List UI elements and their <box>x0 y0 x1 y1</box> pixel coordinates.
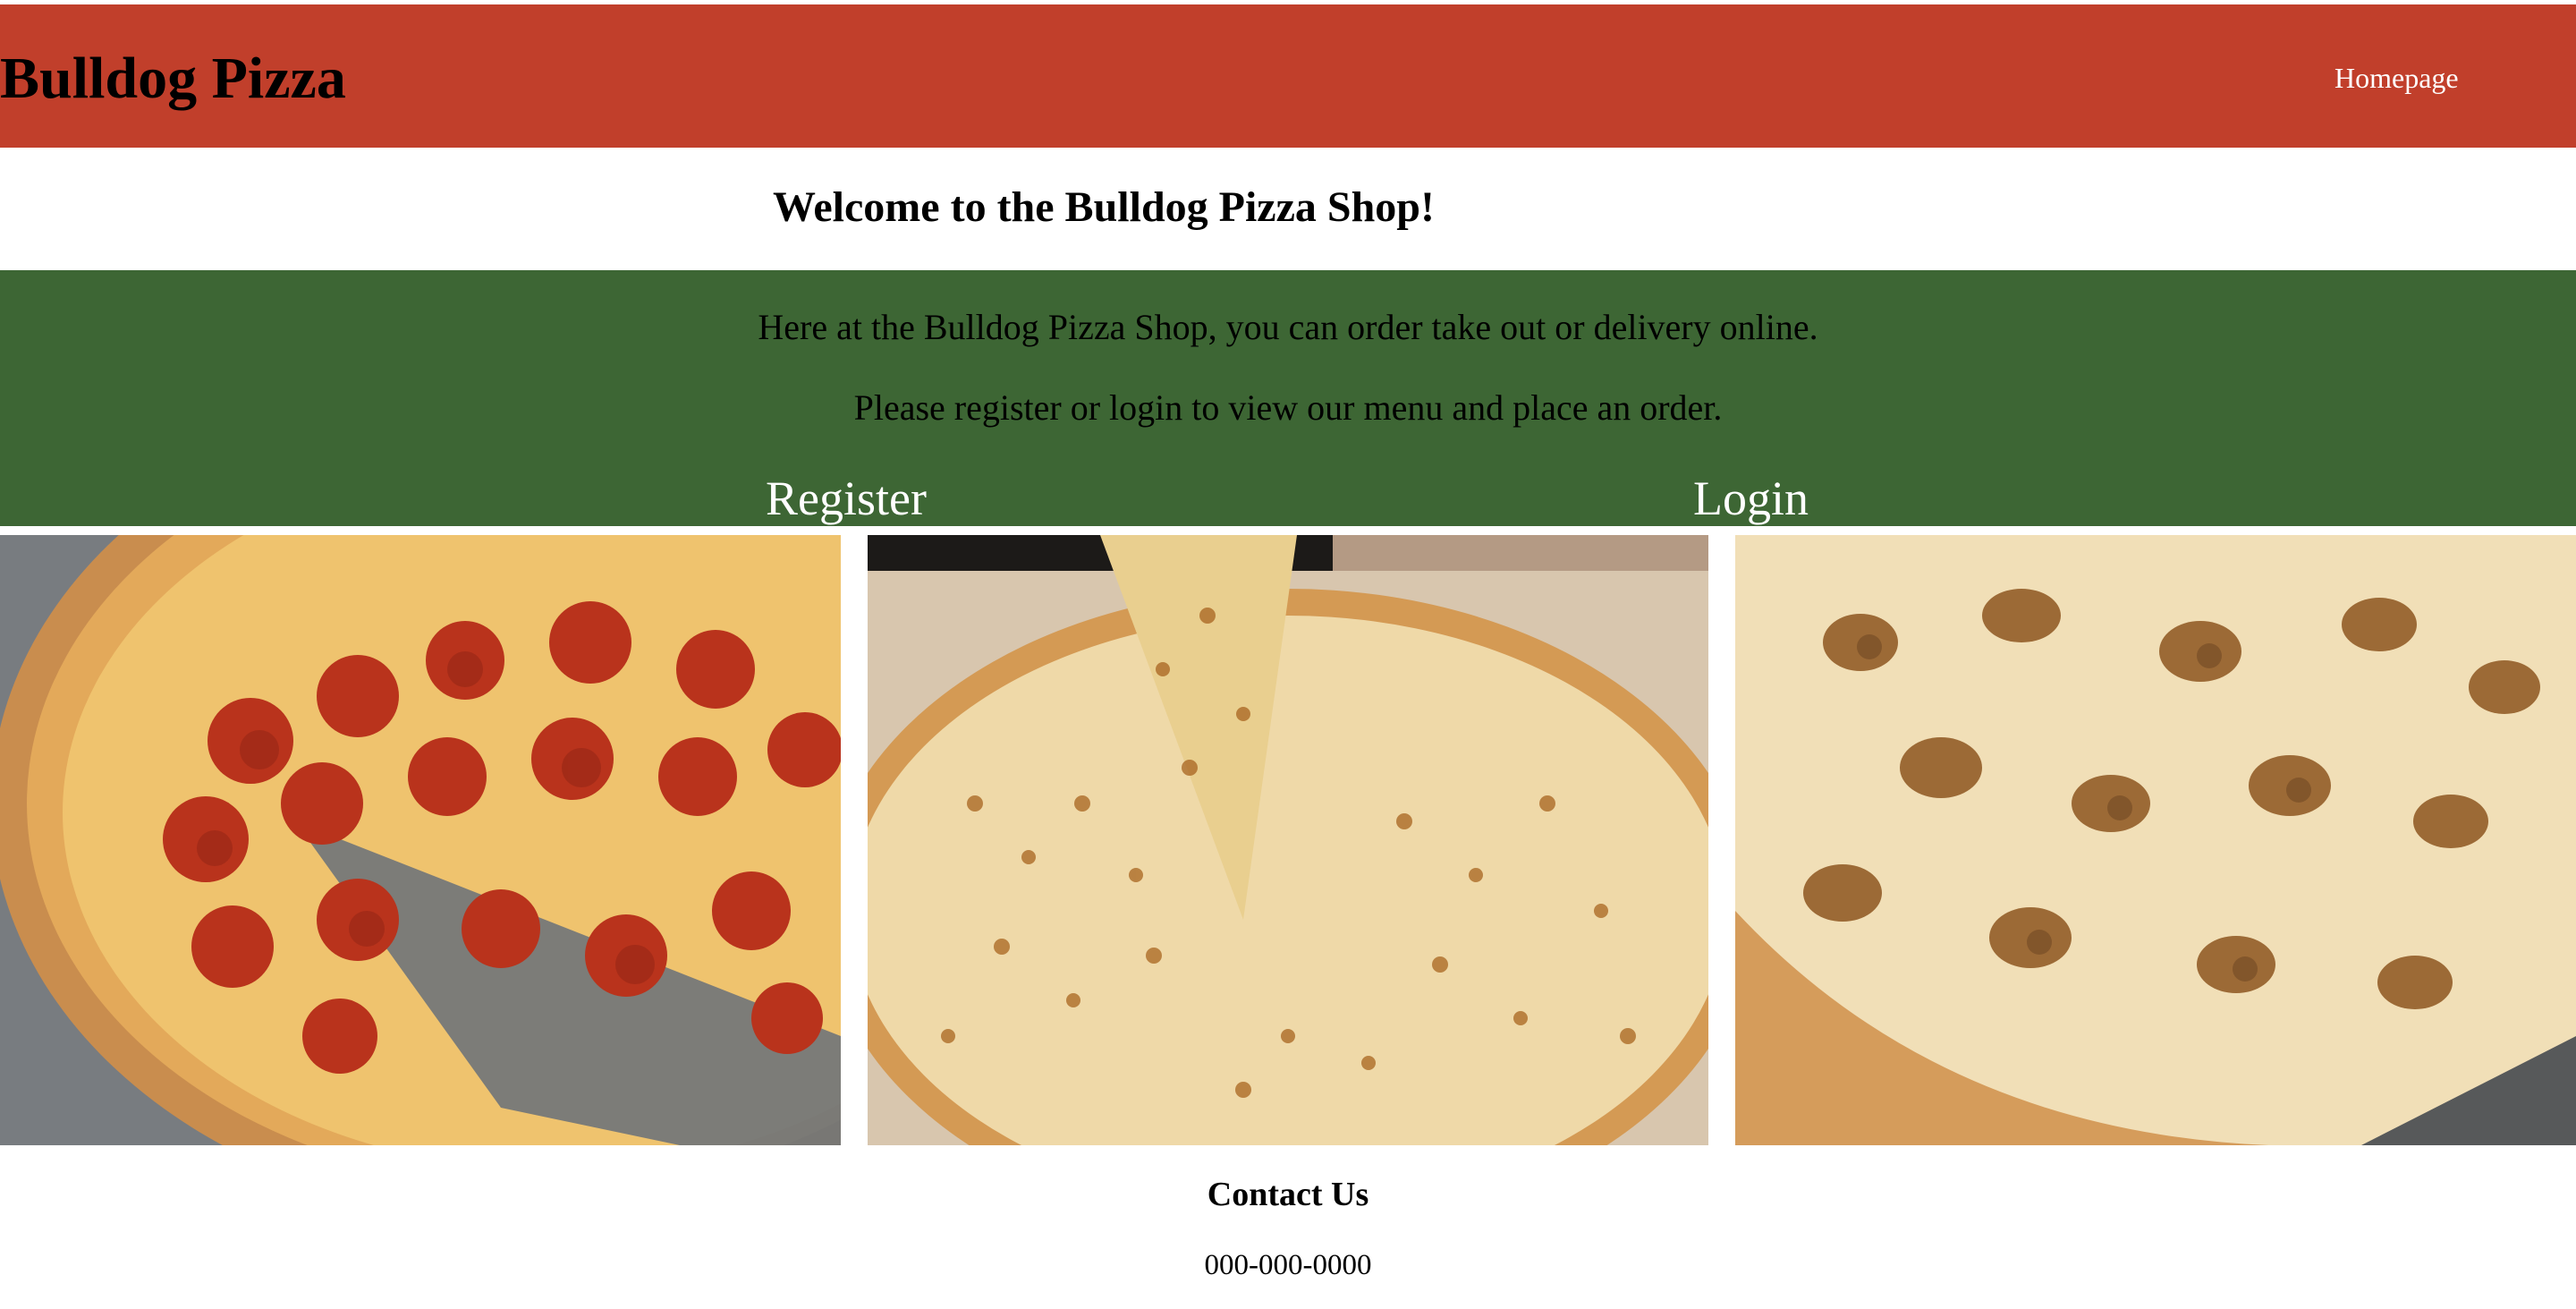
register-link[interactable]: Register <box>766 469 927 528</box>
cheese-pizza-image <box>868 535 1708 1145</box>
login-link[interactable]: Login <box>1693 469 1809 528</box>
contact-heading: Contact Us <box>1207 1176 1369 1213</box>
intro-text-register: Please register or login to view our men… <box>853 387 1723 428</box>
intro-section: Here at the Bulldog Pizza Shop, you can … <box>0 270 2576 526</box>
sausage-pizza-image <box>1735 535 2576 1145</box>
nav-homepage-link[interactable]: Homepage <box>2334 60 2459 96</box>
intro-text-order: Here at the Bulldog Pizza Shop, you can … <box>758 307 1818 347</box>
pepperoni-pizza-image <box>0 535 841 1145</box>
contact-phone: 000-000-0000 <box>1204 1249 1372 1281</box>
site-header: Bulldog Pizza Homepage <box>0 4 2576 148</box>
welcome-heading: Welcome to the Bulldog Pizza Shop! <box>773 183 1435 231</box>
site-title: Bulldog Pizza <box>0 46 346 111</box>
